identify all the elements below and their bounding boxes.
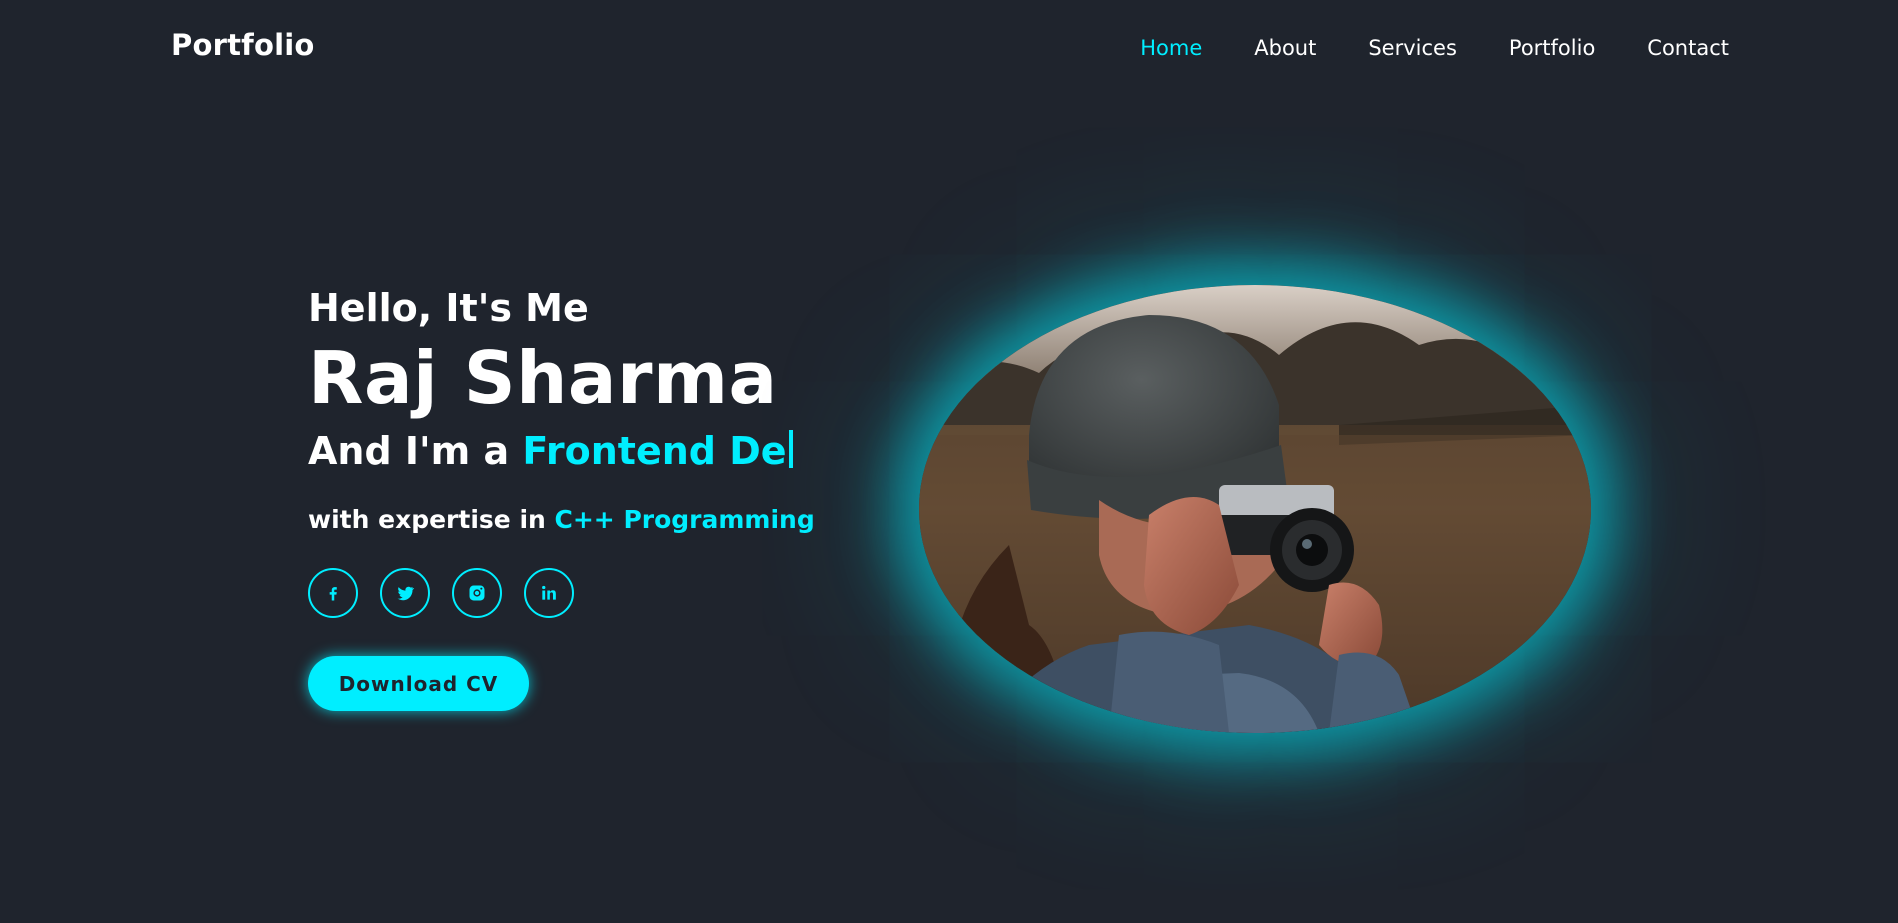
hero-name: Raj Sharma xyxy=(308,336,778,420)
nav-home[interactable]: Home xyxy=(1140,36,1202,60)
nav-portfolio[interactable]: Portfolio xyxy=(1509,36,1595,60)
social-links xyxy=(308,568,868,618)
logo[interactable]: Portfolio xyxy=(171,28,315,62)
expertise-highlight: C++ Programming xyxy=(554,505,815,534)
expertise-line: with expertise in C++ Programming xyxy=(308,502,868,538)
linkedin-icon xyxy=(542,585,556,600)
role-typed: Frontend De xyxy=(522,429,787,473)
nav-services[interactable]: Services xyxy=(1368,36,1457,60)
greeting: Hello, It's Me xyxy=(308,286,589,330)
nav-contact[interactable]: Contact xyxy=(1647,36,1729,60)
instagram-icon xyxy=(469,585,485,601)
hero-text: Hello, It's Me Raj Sharma And I'm a Fron… xyxy=(308,282,868,711)
linkedin-link[interactable] xyxy=(524,568,574,618)
twitter-icon xyxy=(397,586,415,601)
role-prefix: And I'm a xyxy=(308,429,523,473)
photographer-photo xyxy=(919,285,1591,733)
expertise-prefix: with expertise in xyxy=(308,505,555,534)
typing-caret xyxy=(788,430,793,468)
role-line: And I'm a Frontend De xyxy=(308,426,868,476)
main-nav: Home About Services Portfolio Contact xyxy=(1140,36,1729,60)
page: Portfolio Home About Services Portfolio … xyxy=(0,0,1898,923)
facebook-icon xyxy=(329,587,337,601)
twitter-link[interactable] xyxy=(380,568,430,618)
nav-about[interactable]: About xyxy=(1254,36,1316,60)
download-cv-button[interactable]: Download CV xyxy=(308,656,529,711)
hero-photo xyxy=(919,285,1591,733)
instagram-link[interactable] xyxy=(452,568,502,618)
facebook-link[interactable] xyxy=(308,568,358,618)
